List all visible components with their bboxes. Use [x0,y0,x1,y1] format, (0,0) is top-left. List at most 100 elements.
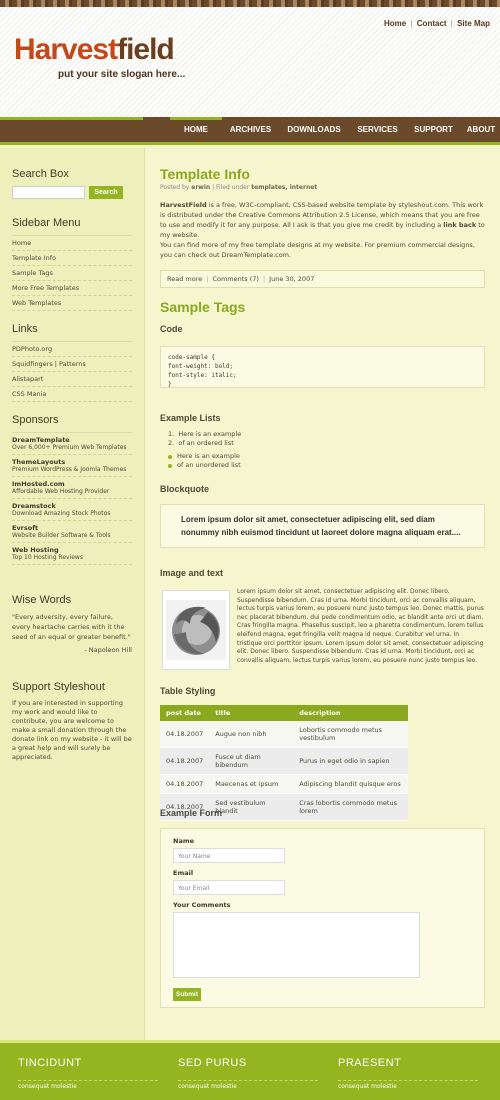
sidebar-menu: Sidebar Menu Home Template Info Sample T… [12,217,132,311]
search-input[interactable] [12,186,85,199]
example-form: Name Your Name Email Your Email Your Com… [160,828,485,1008]
sponsor-desc: Premium WordPress & Joomla Themes [12,466,127,473]
wise-words-title: Wise Words [12,594,72,606]
name-field[interactable]: Your Name [173,848,285,863]
sponsor-name: Web Hosting [12,546,59,554]
top-decorative-strip [0,0,500,7]
separator: | [206,275,209,283]
code-title: Code [160,324,183,334]
nav-item-archives[interactable]: ARCHIVES [222,117,279,142]
firefox-icon [166,600,226,660]
sidebar-link[interactable]: Squidfingers | Patterns [12,357,132,372]
nav-item-home[interactable]: HOME [170,117,222,142]
post-title[interactable]: Template Info [160,166,485,182]
links-section: Links PDPhoto.org Squidfingers | Pattern… [12,323,132,402]
sidebar-link[interactable]: Alistapart [12,372,132,387]
top-link-sitemap[interactable]: Site Map [457,19,490,28]
main-nav-bar: HOME ARCHIVES DOWNLOADS SERVICES SUPPORT… [0,117,500,145]
email-field[interactable]: Your Email [173,880,285,895]
search-title: Search Box [12,168,69,180]
comments-link[interactable]: Comments (7) [212,275,259,283]
sidebar-menu-item[interactable]: Template Info [12,251,132,266]
table-row: 04.18.2007 Fusce ut diam bibendum Purus in… [160,747,408,775]
sidebar: Search Box Search Sidebar Menu Home Temp… [0,148,145,1040]
sample-tags-title[interactable]: Sample Tags [160,299,485,315]
wise-words-section: Wise Words "Every adversity, every failu… [12,594,132,654]
support-text: If you are interested in supporting my w… [12,699,132,761]
table-cell: Fusce ut diam bibendum [209,747,294,775]
list-item: Here is an example [160,452,485,461]
sidebar-link[interactable]: PDPhoto.org [12,342,132,357]
post-footer: Read more | Comments (7) | June 30, 2007 [160,270,485,288]
table-cell: Lobortis commodo metus vestibulum [293,721,408,748]
sidebar-menu-item[interactable]: More Free Templates [12,281,132,296]
sidebar-menu-title: Sidebar Menu [12,217,81,229]
sponsors-section: Sponsors DreamTemplate Over 6,000+ Premiu… [12,414,132,565]
sponsor-item[interactable]: Evrsoft Website Builder Software & Tools [12,521,132,543]
nav-item-about[interactable]: ABOUT [461,117,500,142]
sidebar-menu-item[interactable]: Home [12,236,132,251]
meta-author[interactable]: erwin [191,184,210,191]
table-row: 04.18.2007 Augue non nibh Lobortis commodo… [160,721,408,748]
sponsor-item[interactable]: ImHosted.com Affordable Web Hosting Provi… [12,477,132,499]
meta-tags[interactable]: templates, internet [251,184,317,191]
link-back[interactable]: link back [443,221,476,229]
table-header: title [209,705,294,721]
footer-link[interactable]: consequat molestie [338,1080,478,1090]
meta-mid: | Filed under [212,184,250,191]
table-cell: 04.18.2007 [160,721,210,748]
lists-title: Example Lists [160,413,221,423]
submit-button[interactable]: Submit [173,988,201,1001]
sponsors-title: Sponsors [12,414,59,426]
sponsor-name: Evrsoft [12,524,39,532]
list-item: of an unordered list [160,461,485,470]
sponsor-name: ImHosted.com [12,480,65,488]
post-meta: Posted by erwin | Filed under templates,… [160,184,485,191]
footer-heading: TINCIDUNT [18,1057,82,1069]
bullet-icon [168,463,172,468]
search-box: Search Box Search [12,168,132,199]
footer-column: PRAESENT consequat molestie [338,1057,478,1090]
name-label: Name [173,837,195,845]
read-more-link[interactable]: Read more [167,275,202,283]
footer-link[interactable]: consequat molestie [178,1080,318,1090]
search-button[interactable]: Search [89,186,123,199]
sponsor-desc: Download Amazing Stock Photos [12,510,111,517]
firefox-logo-image [162,590,230,670]
support-title: Support Styleshout [12,681,105,693]
sidebar-menu-item[interactable]: Sample Tags [12,266,132,281]
top-link-contact[interactable]: Contact [417,19,447,28]
footer-link[interactable]: consequat molestie [18,1080,158,1090]
nav-item-support[interactable]: SUPPORT [406,117,461,142]
sponsor-item[interactable]: DreamTemplate Over 6,000+ Premium Web Tem… [12,433,132,455]
logo-part-1: Harvest [14,33,118,66]
list-item: 2. of an ordered list [168,439,234,447]
image-text-title: Image and text [160,568,224,578]
table-cell: Purus in eget odio in sapien [293,747,408,775]
blockquote-title: Blockquote [160,484,210,494]
sidebar-menu-item[interactable]: Web Templates [12,296,132,311]
main-content: Template Info Posted by erwin | Filed un… [146,148,500,1040]
sponsor-item[interactable]: ThemeLayouts Premium WordPress & Joomla T… [12,455,132,477]
top-links: Home | Contact | Site Map [384,19,490,28]
list-item: 1. Here is an example [168,430,242,438]
nav-item-downloads[interactable]: DOWNLOADS [279,117,349,142]
sponsor-desc: Website Builder Software & Tools [12,532,111,539]
sponsor-item[interactable]: Dreamstock Download Amazing Stock Photos [12,499,132,521]
data-table: post date title description 04.18.2007 Au… [160,705,408,821]
comments-label: Your Comments [173,901,231,909]
site-header: Home | Contact | Site Map Harvestfield p… [0,7,500,118]
top-link-home[interactable]: Home [384,19,406,28]
sponsor-desc: Over 6,000+ Premium Web Templates [12,444,127,451]
site-logo[interactable]: Harvestfield [14,33,175,67]
email-label: Email [173,869,194,877]
comments-textarea[interactable] [173,912,420,978]
form-title: Example Form [160,808,223,818]
nav-item-services[interactable]: SERVICES [349,117,406,142]
footer-heading: PRAESENT [338,1057,402,1069]
sponsor-item[interactable]: Web Hosting Top 10 Hosting Reviews [12,543,132,565]
sidebar-link[interactable]: CSS Mania [12,387,132,402]
table-header: post date [160,705,210,721]
support-section: Support Styleshout If you are interested… [12,681,132,762]
separator: | [408,19,415,28]
